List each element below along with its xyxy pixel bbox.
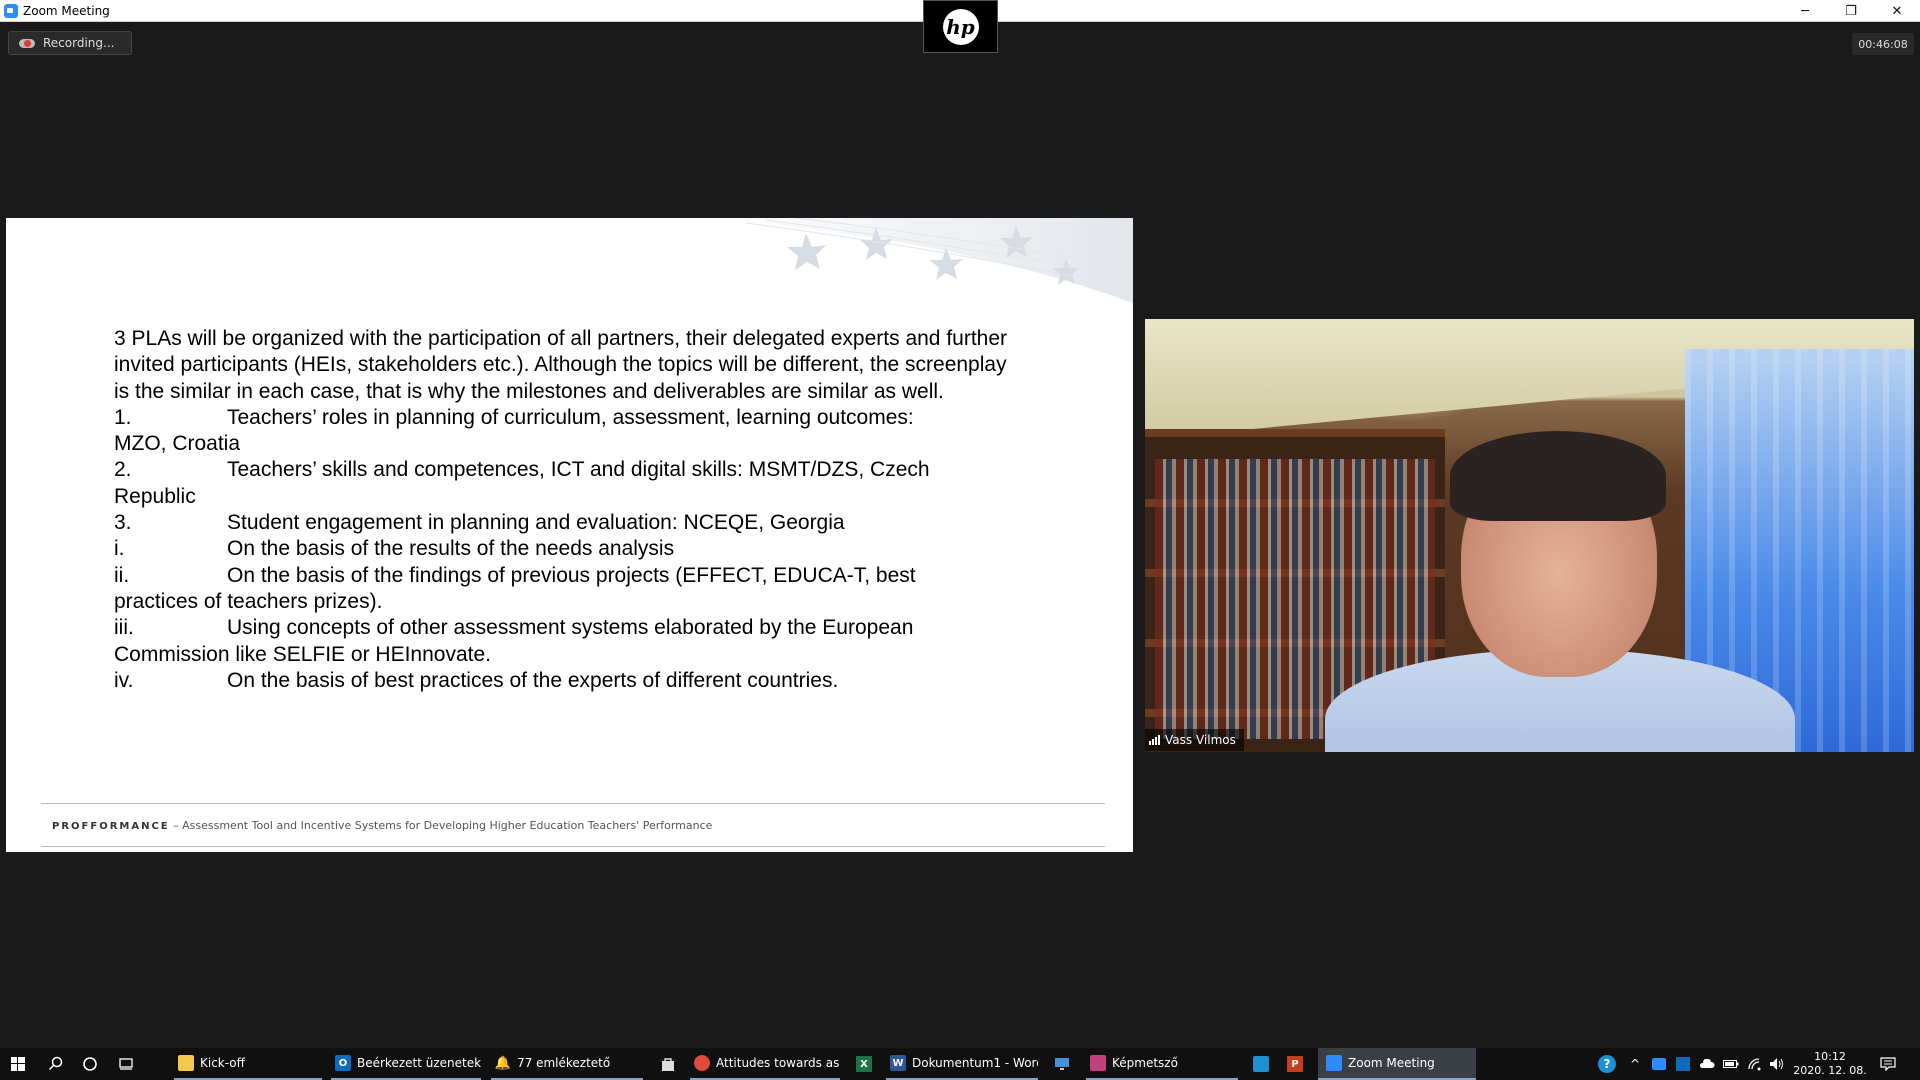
word-icon: W — [890, 1055, 906, 1071]
shared-slide: 3 PLAs will be organized with the partic… — [6, 218, 1133, 852]
windows-logo-icon — [11, 1057, 25, 1071]
meeting-timer: 00:46:08 — [1852, 33, 1914, 55]
recording-indicator[interactable]: Recording... — [8, 31, 132, 55]
list-number: i. — [114, 537, 125, 561]
taskbar-item-label: Attitudes towards ass... — [716, 1056, 840, 1070]
remote-desktop-icon[interactable] — [1046, 1048, 1078, 1080]
signal-strength-icon — [1149, 735, 1160, 745]
help-icon[interactable]: ? — [1594, 1048, 1620, 1080]
participant-video[interactable]: Vass Vilmos — [1145, 319, 1914, 752]
footer-text: – Assessment Tool and Incentive Systems … — [169, 819, 713, 832]
taskbar-item-word[interactable]: W Dokumentum1 - Word — [886, 1048, 1038, 1080]
taskbar-clock[interactable]: 10:12 2020. 12. 08. — [1790, 1050, 1870, 1078]
slide-footer: PROFFORMANCE – Assessment Tool and Incen… — [52, 819, 712, 832]
onedrive-icon[interactable] — [1696, 1048, 1718, 1080]
zoom-tray-icon[interactable] — [1648, 1048, 1670, 1080]
slide-intro: 3 PLAs will be organized with the partic… — [114, 327, 1008, 403]
hp-logo-mark: hp — [942, 8, 979, 45]
windows-taskbar: Kick-off O Beérkezett üzenetek –... 🔔 77… — [0, 1048, 1920, 1080]
window-title: Zoom Meeting — [23, 4, 110, 18]
list-item-continuation: Commission like SELFIE or HEInnovate. — [114, 642, 491, 666]
list-text: Teachers’ roles in planning of curriculu… — [227, 405, 914, 429]
list-item-continuation: MZO, Croatia — [114, 432, 241, 456]
list-item: ii. On the basis of the findings of previ… — [114, 563, 1014, 589]
list-text: Teachers’ skills and competences, ICT an… — [227, 458, 930, 482]
list-text: On the basis of the results of the needs… — [227, 537, 675, 561]
list-text: Using concepts of other assessment syste… — [227, 616, 914, 640]
list-number: ii. — [114, 563, 130, 587]
store-icon[interactable] — [652, 1048, 684, 1080]
bell-icon: 🔔 — [494, 1055, 512, 1071]
list-number: iv. — [114, 668, 134, 692]
list-item: iii. Using concepts of other assessment s… — [114, 615, 1014, 641]
taskbar-item-label: Dokumentum1 - Word — [912, 1056, 1038, 1070]
chrome-icon — [694, 1055, 710, 1071]
search-icon[interactable] — [40, 1048, 72, 1080]
recording-label: Recording... — [43, 36, 115, 50]
cortana-icon[interactable] — [74, 1048, 106, 1080]
taskbar-item-reminders[interactable]: 🔔 77 emlékeztető — [491, 1048, 643, 1080]
chevron-up-icon[interactable]: ^ — [1624, 1048, 1646, 1080]
excel-icon[interactable]: X — [848, 1048, 880, 1080]
participant-name: Vass Vilmos — [1165, 733, 1236, 747]
wifi-icon[interactable] — [1744, 1048, 1766, 1080]
hp-logo: hp — [923, 0, 998, 53]
taskbar-item-chrome[interactable]: Attitudes towards ass... — [690, 1048, 840, 1080]
list-item: 2. Teachers’ skills and competences, ICT … — [114, 457, 1014, 483]
participant-name-tag: Vass Vilmos — [1145, 729, 1244, 751]
taskbar-item-label: 77 emlékeztető — [517, 1056, 611, 1070]
list-text: Student engagement in planning and evalu… — [227, 511, 845, 535]
taskbar-item-label: Kick-off — [200, 1056, 245, 1070]
outlook-icon: O — [335, 1055, 351, 1071]
restore-button[interactable]: ❐ — [1828, 0, 1874, 22]
taskbar-item-label: Képmetsző — [1112, 1056, 1178, 1070]
footer-divider-bottom — [41, 846, 1105, 847]
list-item: iv. On the basis of best practices of the… — [114, 668, 1014, 694]
minimize-button[interactable]: ─ — [1782, 0, 1828, 22]
clock-date: 2020. 12. 08. — [1793, 1064, 1867, 1077]
close-button[interactable]: ✕ — [1874, 0, 1920, 22]
folder-icon — [178, 1055, 194, 1071]
zoom-icon — [1326, 1055, 1342, 1071]
footer-brand: PROFFORMANCE — [52, 821, 170, 832]
list-item-continuation: practices of teachers prizes). — [114, 589, 383, 613]
list-number: 3. — [114, 511, 132, 535]
taskbar-item-label: Beérkezett üzenetek –... — [357, 1056, 481, 1070]
list-item: i. On the basis of the results of the nee… — [114, 536, 1014, 562]
taskbar-item-zoom[interactable]: Zoom Meeting — [1318, 1048, 1476, 1080]
taskbar-item-kick-off[interactable]: Kick-off — [174, 1048, 322, 1080]
taskbar-item-label: Zoom Meeting — [1348, 1056, 1435, 1070]
list-item: 1. Teachers’ roles in planning of curricu… — [114, 405, 1014, 431]
cloud-record-icon — [19, 37, 35, 49]
clock-time: 10:12 — [1814, 1050, 1846, 1063]
footer-divider-top — [41, 803, 1105, 804]
app-icon[interactable] — [1246, 1048, 1276, 1080]
start-button[interactable] — [0, 1048, 36, 1080]
battery-icon[interactable] — [1720, 1048, 1742, 1080]
notification-center-icon[interactable] — [1874, 1048, 1902, 1080]
snip-icon — [1090, 1055, 1106, 1071]
list-number: 1. — [114, 405, 132, 429]
list-text: On the basis of the findings of previous… — [227, 563, 916, 587]
video-person-hair — [1450, 431, 1666, 521]
volume-icon[interactable] — [1766, 1048, 1788, 1080]
outlook-tray-icon[interactable] — [1672, 1048, 1694, 1080]
taskbar-item-snipping[interactable]: Képmetsző — [1086, 1048, 1238, 1080]
slide-decoration — [706, 218, 1133, 303]
list-number: iii. — [114, 616, 134, 640]
task-view-icon[interactable] — [110, 1048, 142, 1080]
powerpoint-icon[interactable]: P — [1280, 1048, 1310, 1080]
taskbar-item-outlook[interactable]: O Beérkezett üzenetek –... — [331, 1048, 481, 1080]
list-item: 3. Student engagement in planning and eva… — [114, 510, 1014, 536]
list-number: 2. — [114, 458, 132, 482]
slide-text: 3 PLAs will be organized with the partic… — [114, 326, 1014, 694]
list-item-continuation: Republic — [114, 484, 196, 508]
zoom-app-icon — [4, 4, 18, 18]
list-text: On the basis of best practices of the ex… — [227, 668, 839, 692]
